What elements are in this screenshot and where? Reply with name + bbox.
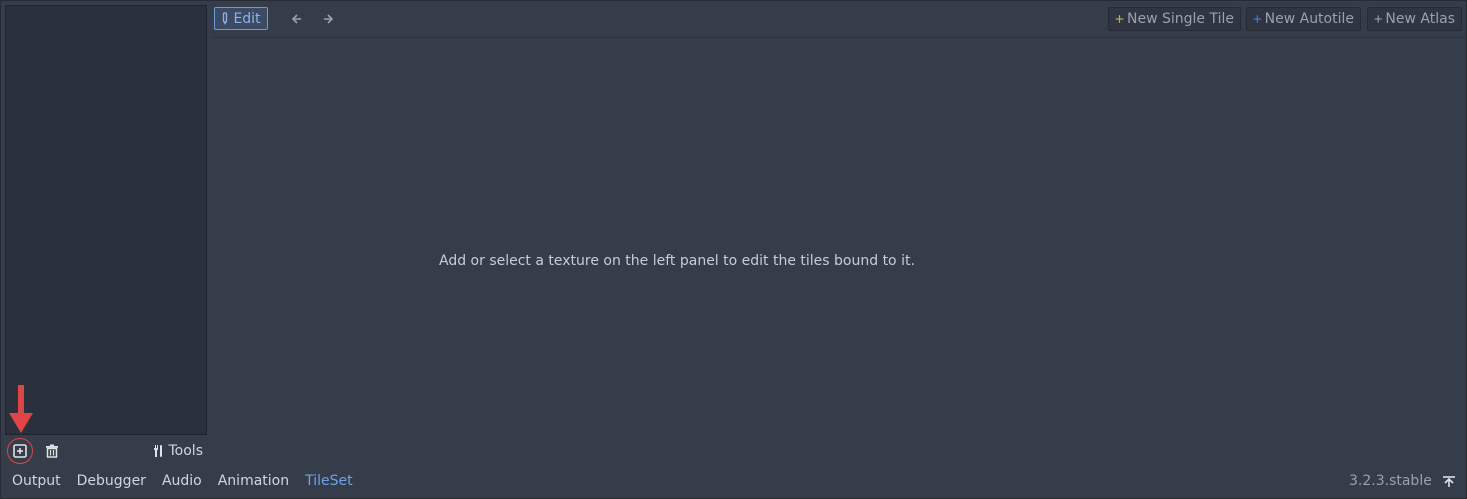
tools-menu-button[interactable]: Tools: [151, 439, 204, 463]
texture-list-toolbar: Tools: [5, 438, 207, 465]
tab-audio[interactable]: Audio: [162, 473, 202, 493]
new-autotile-button[interactable]: New Autotile: [1246, 7, 1361, 31]
new-single-tile-label: New Single Tile: [1127, 11, 1234, 27]
new-single-tile-button[interactable]: New Single Tile: [1108, 7, 1241, 31]
empty-state-hint: Add or select a texture on the left pane…: [439, 253, 915, 269]
toolbar-divider: [213, 37, 1466, 38]
edit-mode-button[interactable]: Edit: [214, 7, 268, 30]
edit-label: Edit: [233, 10, 261, 27]
new-autotile-label: New Autotile: [1264, 11, 1354, 27]
texture-list-panel[interactable]: [5, 5, 207, 435]
tools-label: Tools: [168, 443, 204, 459]
previous-button[interactable]: [286, 9, 306, 29]
pencil-icon: [223, 11, 228, 25]
bottom-panel-tabs: Output Debugger Audio Animation TileSet: [12, 473, 353, 493]
annotation-circle: [7, 438, 33, 464]
trash-icon: [46, 444, 58, 458]
plus-icon: [1374, 15, 1382, 23]
remove-texture-button[interactable]: [40, 439, 64, 463]
version-label: 3.2.3.stable: [1349, 473, 1432, 489]
next-button[interactable]: [319, 9, 339, 29]
tab-tileset[interactable]: TileSet: [305, 473, 353, 493]
expand-bottom-panel-button[interactable]: [1440, 473, 1458, 491]
arrow-right-icon: [324, 14, 334, 24]
arrow-left-icon: [291, 14, 301, 24]
new-atlas-label: New Atlas: [1385, 11, 1455, 27]
expand-panel-icon: [1443, 476, 1455, 487]
new-atlas-button[interactable]: New Atlas: [1367, 7, 1462, 31]
tools-icon: [153, 445, 162, 457]
add-texture-button[interactable]: [7, 438, 33, 464]
tab-debugger[interactable]: Debugger: [77, 473, 146, 493]
annotation-arrow-icon: [9, 385, 33, 433]
tab-animation[interactable]: Animation: [218, 473, 289, 493]
plus-icon: [1253, 15, 1262, 23]
tileset-editor: Tools Edit New Single Tile New Autotile …: [0, 0, 1467, 499]
tab-output[interactable]: Output: [12, 473, 61, 493]
plus-icon: [1115, 15, 1124, 23]
